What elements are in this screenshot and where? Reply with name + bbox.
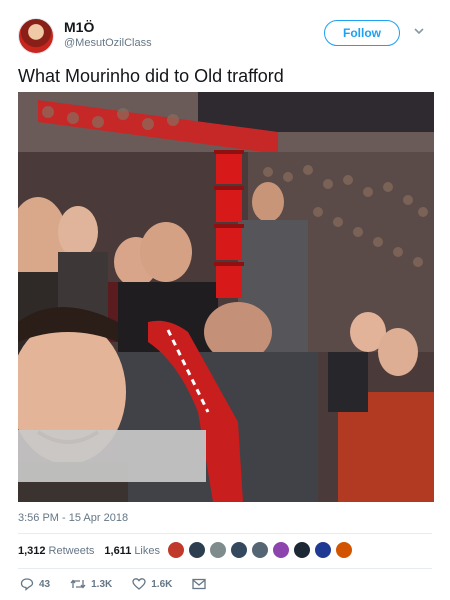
liker-avatar[interactable] — [209, 541, 227, 559]
envelope-icon — [192, 578, 207, 590]
follow-button[interactable]: Follow — [324, 20, 400, 46]
likes-count: 1,611 — [104, 545, 132, 557]
divider — [18, 568, 432, 569]
user-handle[interactable]: @MesutOzilClass — [64, 37, 152, 49]
tweet-text: What Mourinho did to Old trafford — [18, 66, 284, 86]
tweet-stats: 1,312 Retweets 1,611 Likes — [18, 542, 170, 560]
reply-count: 43 — [39, 578, 51, 590]
liker-avatar[interactable] — [272, 541, 290, 559]
reply-button[interactable]: 43 — [20, 577, 50, 591]
like-count: 1.6K — [151, 578, 173, 590]
retweet-count: 1.3K — [91, 578, 113, 590]
liker-avatar[interactable] — [188, 541, 206, 559]
liker-avatar[interactable] — [230, 541, 248, 559]
divider — [18, 533, 432, 534]
retweets-stat[interactable]: 1,312 Retweets — [18, 545, 94, 557]
liker-avatars — [167, 541, 356, 561]
direct-message-button[interactable] — [192, 578, 211, 590]
retweet-button[interactable]: 1.3K — [70, 577, 112, 591]
retweets-count: 1,312 — [18, 545, 46, 557]
liker-avatar[interactable] — [251, 541, 269, 559]
cup-stack — [214, 150, 244, 298]
liker-avatar[interactable] — [335, 541, 353, 559]
reply-icon — [20, 578, 34, 591]
tweet-timestamp[interactable]: 3:56 PM - 15 Apr 2018 — [18, 512, 128, 524]
tweet-actions: 43 1.3K 1.6K — [20, 576, 231, 592]
display-name[interactable]: M1Ö — [64, 19, 94, 35]
liker-avatar[interactable] — [314, 541, 332, 559]
stadium-photo — [18, 92, 434, 502]
like-button[interactable]: 1.6K — [132, 577, 172, 591]
retweets-label: Retweets — [48, 545, 95, 557]
tweet-photo[interactable] — [18, 92, 434, 502]
avatar[interactable] — [18, 18, 54, 54]
liker-avatar[interactable] — [167, 541, 185, 559]
likes-stat[interactable]: 1,611 Likes — [104, 545, 160, 557]
chevron-down-icon[interactable] — [412, 24, 426, 38]
heart-icon — [132, 578, 146, 590]
liker-avatar[interactable] — [293, 541, 311, 559]
tweet-header: M1Ö @MesutOzilClass Follow — [18, 16, 432, 56]
retweet-icon — [70, 579, 86, 589]
likes-label: Likes — [134, 545, 160, 557]
